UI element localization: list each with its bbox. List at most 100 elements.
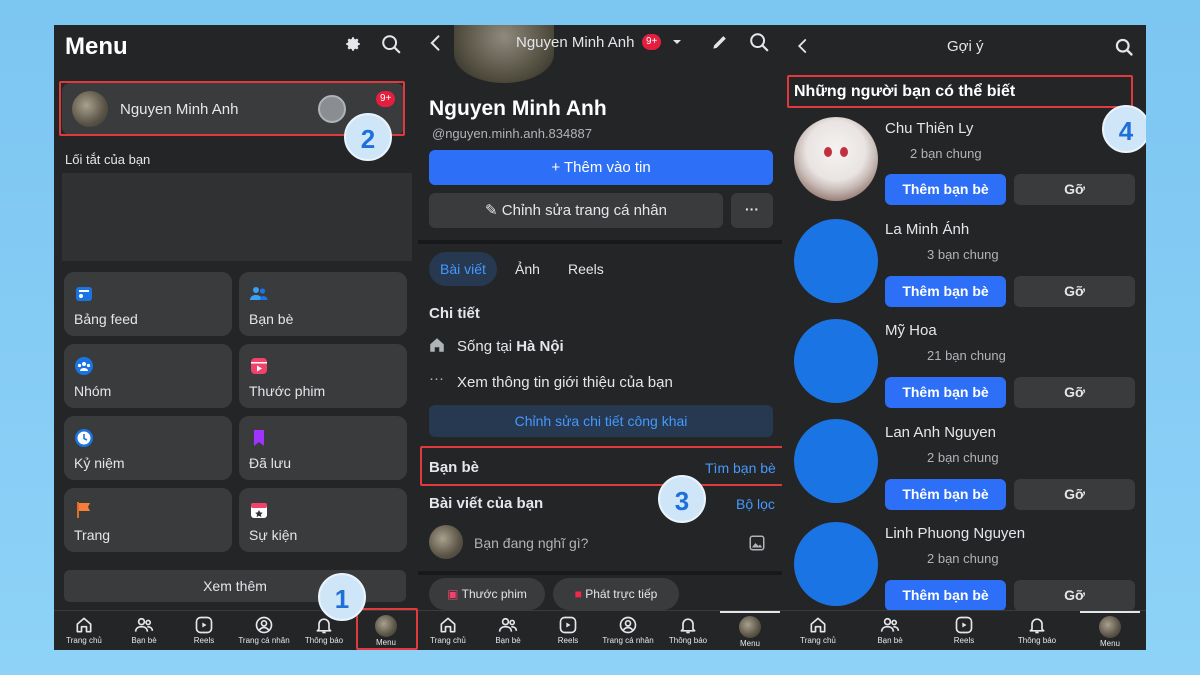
nav-menu[interactable]: Menu	[1080, 611, 1140, 648]
remove-button[interactable]: Gỡ	[1014, 174, 1135, 205]
search-icon[interactable]	[380, 33, 402, 55]
friend-avatar[interactable]	[794, 522, 878, 606]
friend-name[interactable]: Mỹ Hoa	[885, 322, 937, 339]
suggestions-screen: Gợi ý Những người bạn có thể biết Chu Th…	[782, 25, 1146, 650]
nav-label: Trang chủ	[430, 636, 466, 645]
tab-posts[interactable]: Bài viết	[429, 252, 497, 286]
mutual-friends: 3 bạn chung	[927, 247, 999, 262]
add-story-button[interactable]: + Thêm vào tin	[429, 150, 773, 185]
nav-friends[interactable]: Bạn bè	[114, 615, 174, 645]
clock-icon	[74, 428, 94, 448]
friend-name[interactable]: Lan Anh Nguyen	[885, 424, 996, 441]
nav-friends[interactable]: Bạn bè	[478, 615, 538, 645]
friend-avatar[interactable]	[794, 219, 878, 303]
tab-photos[interactable]: Ảnh	[515, 261, 540, 277]
home-icon	[810, 617, 826, 633]
nav-label: Menu	[739, 639, 760, 648]
nav-home[interactable]: Trang chủ	[788, 615, 848, 645]
edit-details-button[interactable]: Chỉnh sửa chi tiết công khai	[429, 405, 773, 437]
friend-name[interactable]: Chu Thiên Ly	[885, 120, 973, 137]
nav-reels[interactable]: Reels	[538, 615, 598, 645]
add-friend-button[interactable]: Thêm bạn bè	[885, 377, 1006, 408]
add-friend-button[interactable]: Thêm bạn bè	[885, 479, 1006, 510]
tile-groups[interactable]: Nhóm	[64, 344, 232, 408]
tile-label: Thước phim	[249, 383, 326, 399]
nav-reels[interactable]: Reels	[934, 615, 994, 645]
chevron-down-icon[interactable]	[672, 37, 682, 47]
remove-button[interactable]: Gỡ	[1014, 479, 1135, 510]
dots-icon: ···	[429, 370, 444, 387]
nav-label: Thông báo	[304, 636, 344, 645]
friend-avatar[interactable]	[794, 319, 878, 403]
reels-chip[interactable]: ▣ Thước phim	[429, 578, 545, 610]
nav-label: Bạn bè	[877, 636, 903, 645]
search-icon[interactable]	[748, 31, 770, 53]
button-label: Chỉnh sửa trang cá nhân	[501, 202, 667, 219]
plus-icon: +	[551, 159, 564, 176]
nav-notifications[interactable]: Thông báo	[1007, 615, 1067, 645]
add-friend-button[interactable]: Thêm bạn bè	[885, 276, 1006, 307]
house-icon	[428, 336, 446, 354]
profile-screen: Nguyen Minh Anh 9+ Nguyen Minh Anh @nguy…	[418, 25, 782, 650]
step-marker-2: 2	[344, 113, 392, 161]
tile-friends[interactable]: Bạn bè	[239, 272, 407, 336]
mutual-friends: 21 bạn chung	[927, 348, 1006, 363]
nav-reels[interactable]: Reels	[174, 615, 234, 645]
tile-pages[interactable]: Trang	[64, 488, 232, 552]
tile-events[interactable]: Sự kiện	[239, 488, 407, 552]
search-icon[interactable]	[1114, 37, 1134, 57]
live-chip[interactable]: ■ Phát trực tiếp	[553, 578, 679, 610]
remove-button[interactable]: Gỡ	[1014, 580, 1135, 611]
posts-title: Bài viết của bạn	[429, 495, 544, 512]
composer-input[interactable]: Bạn đang nghĩ gì?	[474, 535, 588, 551]
page-title: Menu	[65, 33, 128, 60]
home-icon	[440, 617, 456, 633]
callout-box-1	[356, 608, 418, 650]
tile-feed[interactable]: Bảng feed	[64, 272, 232, 336]
bookmark-icon	[249, 428, 269, 448]
nav-menu[interactable]: Menu	[720, 611, 780, 648]
reels-icon	[559, 616, 577, 634]
video-camera-icon: ■	[574, 587, 586, 601]
tile-memories[interactable]: Kỷ niệm	[64, 416, 232, 480]
tile-saved[interactable]: Đã lưu	[239, 416, 407, 480]
edit-profile-button[interactable]: ✎ Chỉnh sửa trang cá nhân	[429, 193, 723, 228]
nav-friends[interactable]: Bạn bè	[860, 615, 920, 645]
friend-name[interactable]: Linh Phuong Nguyen	[885, 525, 1025, 542]
divider	[418, 571, 782, 575]
more-button[interactable]: ···	[731, 193, 773, 228]
friends-icon	[880, 617, 900, 632]
remove-button[interactable]: Gỡ	[1014, 377, 1135, 408]
nav-label: Trang cá nhân	[602, 636, 654, 645]
see-intro-link[interactable]: Xem thông tin giới thiệu của bạn	[457, 374, 673, 391]
filter-link[interactable]: Bộ lọc	[736, 496, 775, 512]
nav-profile[interactable]: Trang cá nhân	[598, 615, 658, 645]
back-icon[interactable]	[794, 37, 812, 55]
nav-home[interactable]: Trang chủ	[418, 615, 478, 645]
nav-label: Bạn bè	[495, 636, 521, 645]
friend-avatar[interactable]	[794, 419, 878, 503]
remove-button[interactable]: Gỡ	[1014, 276, 1135, 307]
nav-notifications[interactable]: Thông báo	[658, 615, 718, 645]
mutual-friends: 2 bạn chung	[910, 146, 982, 161]
pencil-icon[interactable]	[710, 32, 730, 52]
nav-label: Trang cá nhân	[238, 636, 290, 645]
add-friend-button[interactable]: Thêm bạn bè	[885, 174, 1006, 205]
friend-avatar[interactable]	[794, 117, 878, 201]
nav-home[interactable]: Trang chủ	[54, 615, 114, 645]
page-title: Gợi ý	[947, 38, 984, 55]
lives-in: Sống tại Hà Nội	[457, 338, 564, 355]
tile-label: Sự kiện	[249, 527, 298, 543]
add-friend-button[interactable]: Thêm bạn bè	[885, 580, 1006, 611]
header-name[interactable]: Nguyen Minh Anh	[516, 34, 634, 51]
tile-reels[interactable]: Thước phim	[239, 344, 407, 408]
tab-reels[interactable]: Reels	[568, 261, 604, 277]
nav-profile[interactable]: Trang cá nhân	[234, 615, 294, 645]
calendar-icon	[249, 500, 269, 520]
pencil-icon: ✎	[485, 202, 502, 219]
back-icon[interactable]	[426, 33, 446, 53]
gear-icon[interactable]	[344, 35, 362, 53]
photo-icon[interactable]	[748, 534, 766, 552]
friend-name[interactable]: La Minh Ánh	[885, 221, 969, 238]
button-label: Thêm vào tin	[563, 159, 651, 176]
